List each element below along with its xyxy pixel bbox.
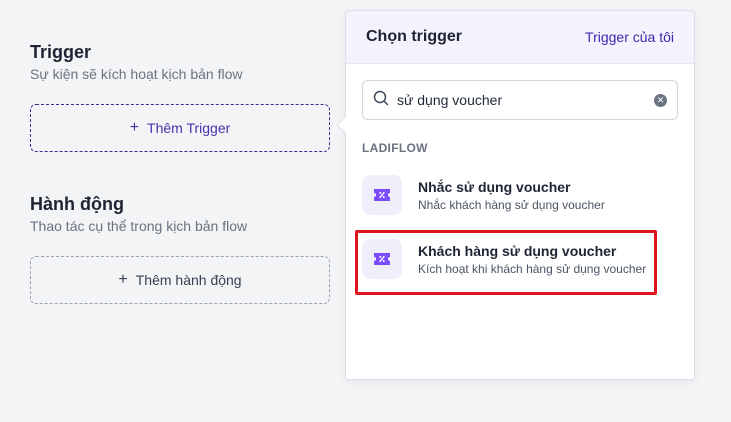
add-action-button[interactable]: + Thêm hành động bbox=[30, 256, 330, 304]
plus-icon: + bbox=[129, 119, 140, 136]
group-label: LADIFLOW bbox=[362, 141, 428, 155]
choose-trigger-panel: Chọn trigger Trigger của tôi ✕ LADIFLOW … bbox=[336, 10, 695, 380]
search-box: ✕ bbox=[362, 80, 678, 120]
add-trigger-button[interactable]: + Thêm Trigger bbox=[30, 104, 330, 152]
trigger-item-customer-uses-voucher[interactable]: Khách hàng sử dụng voucher Kích hoạt khi… bbox=[362, 235, 654, 283]
trigger-item-subtitle: Kích hoạt khi khách hàng sử dụng voucher bbox=[418, 261, 647, 276]
trigger-item-remind-voucher[interactable]: Nhắc sử dụng voucher Nhắc khách hàng sử … bbox=[362, 171, 654, 219]
panel-header: Chọn trigger Trigger của tôi bbox=[346, 11, 694, 64]
plus-icon: + bbox=[118, 271, 128, 288]
trigger-item-title: Khách hàng sử dụng voucher bbox=[418, 242, 617, 259]
panel-title: Chọn trigger bbox=[366, 28, 462, 45]
trigger-section-title: Trigger bbox=[30, 42, 92, 62]
voucher-ticket-icon bbox=[362, 239, 402, 279]
my-triggers-link[interactable]: Trigger của tôi bbox=[585, 29, 674, 45]
panel-pointer-arrow bbox=[336, 116, 354, 134]
add-trigger-label: Thêm Trigger bbox=[147, 120, 231, 136]
action-section-title: Hành động bbox=[30, 194, 124, 214]
action-section-description: Thao tác cụ thể trong kịch bản flow bbox=[30, 218, 248, 234]
add-action-label: Thêm hành động bbox=[135, 272, 242, 288]
clear-search-icon[interactable]: ✕ bbox=[654, 93, 667, 107]
search-icon bbox=[373, 90, 389, 111]
trigger-item-title: Nhắc sử dụng voucher bbox=[418, 178, 571, 195]
trigger-item-subtitle: Nhắc khách hàng sử dụng voucher bbox=[418, 197, 605, 212]
voucher-ticket-icon bbox=[362, 175, 402, 215]
trigger-section-description: Sự kiện sẽ kích hoạt kịch bản flow bbox=[30, 66, 243, 82]
search-input[interactable] bbox=[397, 92, 646, 108]
